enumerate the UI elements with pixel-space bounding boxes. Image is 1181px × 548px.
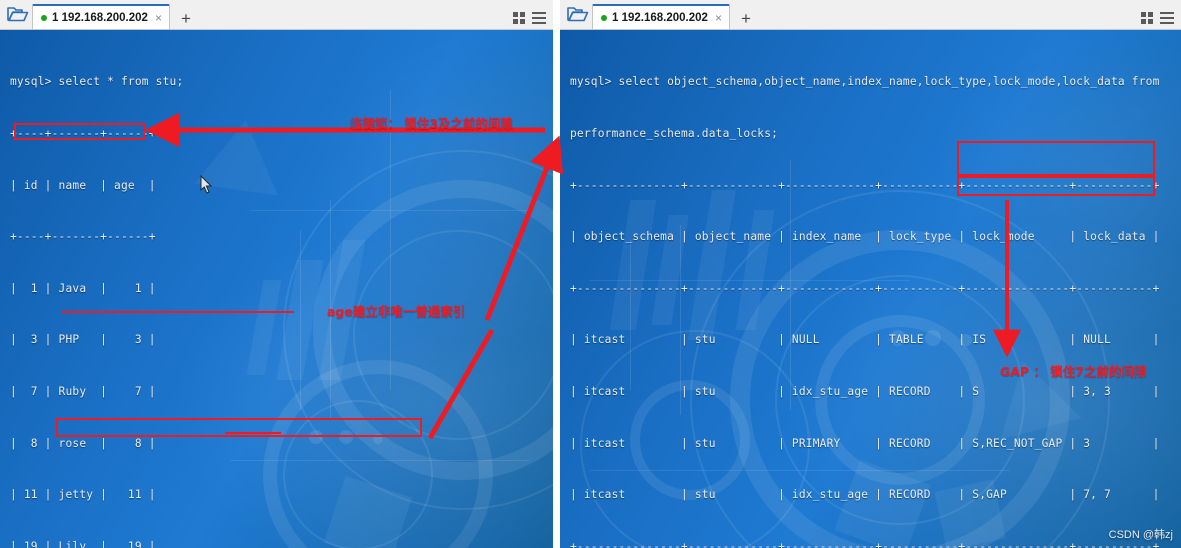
terminal-line: +----+-------+------+ (10, 230, 156, 244)
close-icon[interactable]: × (153, 12, 164, 24)
tab-session-left[interactable]: 1 192.168.200.202 × (32, 4, 170, 29)
terminal-line: +---------------+-------------+---------… (570, 539, 1160, 548)
terminal-output-left: mysql> select * from stu; +----+-------+… (0, 30, 553, 548)
folder-icon[interactable] (4, 0, 32, 28)
terminal-line: performance_schema.data_locks; (570, 127, 779, 140)
status-dot-icon (41, 14, 47, 21)
tab-session-right[interactable]: 1 192.168.200.202 × (592, 4, 730, 29)
grid-icon[interactable] (1141, 12, 1153, 24)
terminal-line: | itcast | stu | idx_stu_age | RECORD | … (570, 384, 1160, 398)
terminal-output-right: mysql> select object_schema,object_name,… (560, 30, 1181, 548)
terminal-line: | 7 | Ruby | 7 | (10, 384, 156, 398)
close-icon[interactable]: × (713, 12, 724, 24)
terminal-line: +---------------+-------------+---------… (570, 178, 1160, 192)
mouse-cursor-icon (200, 174, 213, 198)
hamburger-menu-icon[interactable] (532, 12, 546, 24)
terminal-line: +---------------+-------------+---------… (570, 281, 1160, 295)
tab-label: 1 192.168.200.202 (52, 11, 148, 24)
terminal-line: | itcast | stu | idx_stu_age | RECORD | … (570, 488, 1160, 502)
tab-bar-left: 1 192.168.200.202 × + (0, 0, 553, 30)
terminal-line: mysql> select * from stu; (10, 75, 184, 89)
panel-divider (553, 0, 560, 548)
tab-bar-controls-right (1141, 12, 1174, 24)
terminal-line: +----+-------+------+ (10, 127, 156, 140)
terminal-line: | itcast | stu | PRIMARY | RECORD | S,RE… (570, 436, 1160, 450)
terminal-line: | 1 | Java | 1 | (10, 281, 156, 295)
terminal-right[interactable]: mysql> select object_schema,object_name,… (560, 30, 1181, 548)
terminal-line: | object_schema | object_name | index_na… (570, 230, 1160, 244)
terminal-line: | 8 | rose | 8 | (10, 436, 156, 450)
terminal-line: mysql> select object_schema,object_name,… (570, 75, 1160, 89)
new-tab-button[interactable]: + (177, 10, 195, 27)
terminal-line: | itcast | stu | NULL | TABLE | IS | NUL… (570, 333, 1160, 347)
new-tab-button[interactable]: + (737, 10, 755, 27)
tab-bar-right: 1 192.168.200.202 × + (560, 0, 1181, 30)
terminal-line: | id | name | age | (10, 178, 156, 192)
terminal-line: | 19 | Lily | 19 | (10, 539, 156, 548)
status-dot-icon (601, 14, 607, 21)
terminal-panel-right: 1 192.168.200.202 × + mysql> select obje… (560, 0, 1181, 548)
screenshot-root: 1 192.168.200.202 × + mysql> select * fr… (0, 0, 1181, 548)
grid-icon[interactable] (513, 12, 525, 24)
folder-icon[interactable] (564, 0, 592, 28)
terminal-line: | 11 | jetty | 11 | (10, 488, 156, 502)
terminal-line: | 3 | PHP | 3 | (10, 333, 156, 347)
tab-bar-controls-left (513, 12, 546, 24)
terminal-panel-left: 1 192.168.200.202 × + mysql> select * fr… (0, 0, 553, 548)
tab-label: 1 192.168.200.202 (612, 11, 708, 24)
hamburger-menu-icon[interactable] (1160, 12, 1174, 24)
terminal-left[interactable]: mysql> select * from stu; +----+-------+… (0, 30, 553, 548)
watermark: CSDN @韩zj (1108, 529, 1173, 541)
